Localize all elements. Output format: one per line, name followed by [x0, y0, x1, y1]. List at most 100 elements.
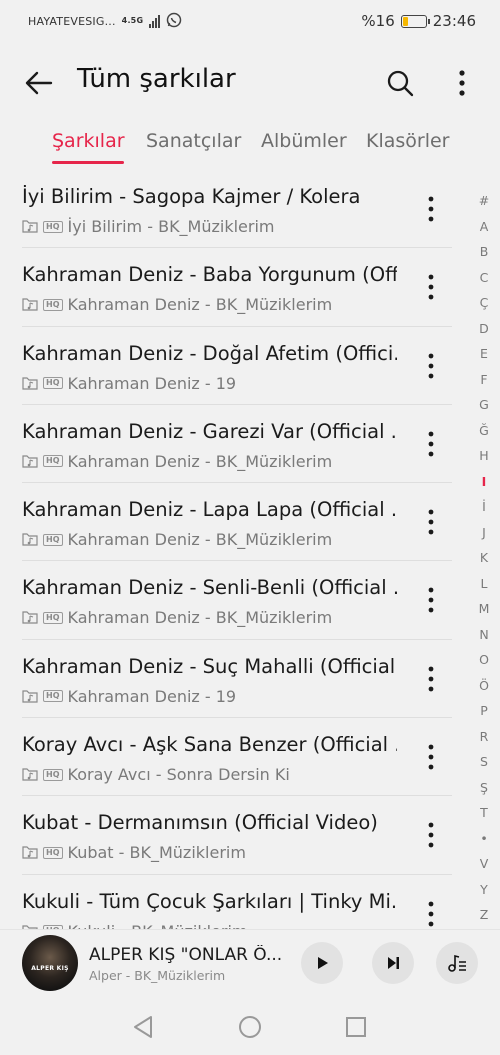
search-icon: [387, 70, 414, 97]
song-more-button[interactable]: [419, 192, 443, 226]
song-subtitle-row: HQ Kahraman Deniz - 19: [22, 374, 236, 393]
alphabet-letter[interactable]: T: [472, 800, 496, 826]
alphabet-letter[interactable]: İ: [472, 494, 496, 520]
local-file-icon: [22, 846, 38, 859]
alphabet-letter[interactable]: Ç: [472, 290, 496, 316]
more-vertical-icon: [428, 509, 434, 535]
song-list-item[interactable]: Koray Avcı - Aşk Sana Benzer (Official .…: [22, 718, 452, 797]
song-list-item[interactable]: Kahraman Deniz - Garezi Var (Official ..…: [22, 405, 452, 484]
alphabet-letter[interactable]: V: [472, 851, 496, 877]
search-button[interactable]: [383, 66, 417, 100]
alphabet-letter[interactable]: S: [472, 749, 496, 775]
song-more-button[interactable]: [419, 818, 443, 852]
playlist-button[interactable]: [436, 942, 478, 984]
local-file-icon: [22, 611, 38, 625]
status-right: %16 23:46: [361, 12, 476, 30]
mini-player[interactable]: ALPER KIŞ ALPER KIŞ "ONLAR Ö... Alper - …: [0, 929, 500, 993]
song-list-item[interactable]: Kahraman Deniz - Senli-Benli (Official .…: [22, 561, 452, 640]
hq-badge: HQ: [43, 220, 63, 233]
nav-home-button[interactable]: [235, 1012, 265, 1042]
alphabet-letter[interactable]: N: [472, 622, 496, 648]
now-playing-title: ALPER KIŞ "ONLAR Ö...: [89, 945, 283, 965]
alphabet-letter[interactable]: H: [472, 443, 496, 469]
nav-recents-button[interactable]: [341, 1012, 371, 1042]
alphabet-letter[interactable]: B: [472, 239, 496, 265]
alphabet-letter[interactable]: K: [472, 545, 496, 571]
local-file-icon: [22, 220, 38, 233]
alphabet-letter[interactable]: A: [472, 214, 496, 240]
more-vertical-icon: [428, 588, 434, 613]
alphabet-letter[interactable]: C: [472, 265, 496, 291]
local-file-icon: [22, 690, 38, 703]
song-subtitle-row: HQ İyi Bilirim - BK_Müziklerim: [22, 217, 275, 236]
song-title: Kubat - Dermanımsın (Official Video): [22, 811, 378, 835]
more-vertical-icon: [428, 196, 434, 222]
alphabet-letter[interactable]: Z: [472, 902, 496, 928]
song-more-button[interactable]: [419, 583, 443, 617]
tab-sanatcilar[interactable]: Sanatçılar: [146, 130, 241, 152]
song-subtitle: Kahraman Deniz - 19: [67, 373, 237, 393]
hq-badge: HQ: [43, 455, 63, 468]
tab-sarkilar[interactable]: Şarkılar: [52, 130, 125, 152]
song-more-button[interactable]: [419, 897, 443, 931]
alphabet-letter[interactable]: Y: [472, 877, 496, 903]
next-button[interactable]: [372, 942, 414, 984]
alphabet-letter[interactable]: Ö: [472, 673, 496, 699]
alphabet-letter[interactable]: J: [472, 520, 496, 546]
playlist-icon: [448, 954, 466, 972]
song-list-item[interactable]: Kahraman Deniz - Suç Mahalli (Official .…: [22, 640, 452, 719]
song-subtitle-row: HQ Kahraman Deniz - BK_Müziklerim: [22, 452, 332, 471]
alphabet-letter[interactable]: L: [472, 571, 496, 597]
play-button[interactable]: [301, 942, 343, 984]
nav-back-button[interactable]: [128, 1012, 158, 1042]
home-nav-icon: [239, 1016, 261, 1038]
tab-bar: Şarkılar Sanatçılar Albümler Klasörler: [0, 128, 500, 168]
arrow-left-icon: [25, 71, 53, 95]
hq-badge: HQ: [43, 298, 63, 311]
song-subtitle-row: HQ Kubat - BK_Müziklerim: [22, 843, 246, 862]
alphabet-letter[interactable]: I: [472, 469, 496, 495]
song-subtitle: Kahraman Deniz - BK_Müziklerim: [67, 451, 333, 471]
song-title: Kahraman Deniz - Senli-Benli (Official .…: [22, 576, 397, 600]
back-button[interactable]: [22, 66, 56, 100]
song-list-item[interactable]: İyi Bilirim - Sagopa Kajmer / Kolera HQ …: [22, 170, 452, 249]
song-title: Kahraman Deniz - Garezi Var (Official ..…: [22, 419, 397, 443]
signal-icon: [149, 14, 161, 28]
alphabet-letter[interactable]: D: [472, 316, 496, 342]
song-more-button[interactable]: [419, 740, 443, 774]
app-header: Tüm şarkılar: [0, 58, 500, 106]
song-subtitle: Kahraman Deniz - BK_Müziklerim: [67, 608, 333, 628]
song-title: Kahraman Deniz - Doğal Afetim (Offici...: [22, 341, 397, 365]
hq-badge: HQ: [43, 690, 63, 703]
song-title: Kahraman Deniz - Lapa Lapa (Official ...: [22, 498, 397, 522]
song-more-button[interactable]: [419, 505, 443, 539]
alphabet-letter[interactable]: R: [472, 724, 496, 750]
song-list-item[interactable]: Kahraman Deniz - Baba Yorgunum (Off... H…: [22, 248, 452, 327]
alphabet-letter[interactable]: #: [472, 188, 496, 214]
song-more-button[interactable]: [419, 270, 443, 304]
alphabet-letter[interactable]: Ş: [472, 775, 496, 801]
song-more-button[interactable]: [419, 662, 443, 696]
tab-klasorler[interactable]: Klasörler: [366, 130, 450, 152]
alphabet-letter[interactable]: Ğ: [472, 418, 496, 444]
song-list-item[interactable]: Kahraman Deniz - Lapa Lapa (Official ...…: [22, 483, 452, 562]
alphabet-index[interactable]: # A B C Ç D E F G Ğ H I İ J K L M N O Ö P R S Ş T • V Y Z: [472, 188, 496, 928]
song-more-button[interactable]: [419, 349, 443, 383]
tab-albumler[interactable]: Albümler: [261, 130, 347, 152]
album-art[interactable]: ALPER KIŞ: [22, 935, 78, 991]
alphabet-letter[interactable]: E: [472, 341, 496, 367]
alphabet-letter[interactable]: G: [472, 392, 496, 418]
more-vertical-icon: [428, 431, 434, 457]
hq-badge: HQ: [43, 533, 63, 546]
song-list-item[interactable]: Kahraman Deniz - Doğal Afetim (Offici...…: [22, 327, 452, 405]
alphabet-letter[interactable]: •: [472, 826, 496, 852]
battery-percent: %16: [361, 12, 395, 30]
song-more-button[interactable]: [419, 427, 443, 461]
song-list-item[interactable]: Kubat - Dermanımsın (Official Video) HQ …: [22, 796, 452, 875]
alphabet-letter[interactable]: M: [472, 596, 496, 622]
more-options-button[interactable]: [445, 66, 479, 100]
alphabet-letter[interactable]: F: [472, 367, 496, 393]
alphabet-letter[interactable]: O: [472, 647, 496, 673]
alphabet-letter[interactable]: P: [472, 698, 496, 724]
more-vertical-icon: [428, 822, 434, 848]
